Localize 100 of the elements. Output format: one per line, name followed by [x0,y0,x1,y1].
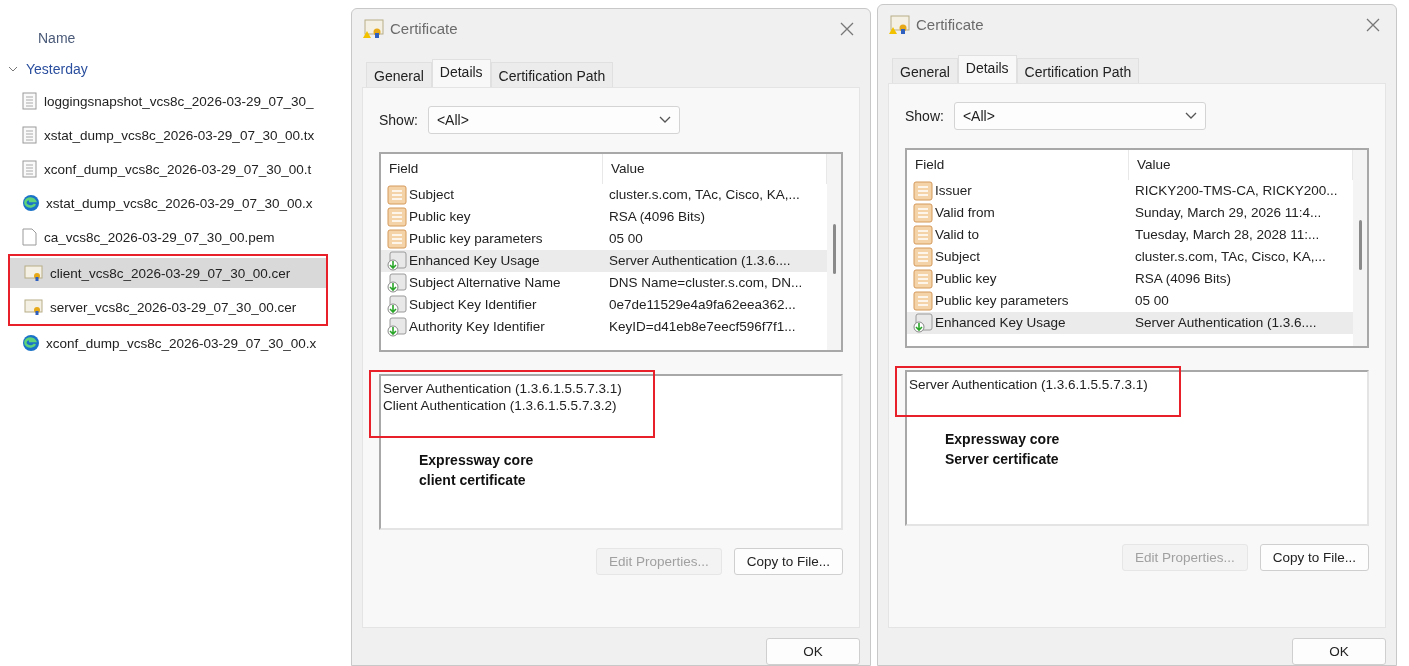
extension-icon [387,316,407,337]
tab[interactable]: General [892,57,958,83]
field-name: Subject Alternative Name [381,272,603,293]
file-item[interactable]: client_vcs8c_2026-03-29_07_30_00.cer [10,258,326,288]
certificate-icon [888,14,910,35]
details-line: Client Authentication (1.3.6.1.5.5.7.3.2) [383,396,618,414]
field-name: Subject [381,184,603,205]
field-row[interactable]: Public key RSA (4096 Bits) [907,267,1353,290]
window-title: Certificate [390,20,459,38]
ok-button[interactable]: OK [1292,638,1386,665]
column-header[interactable]: Field [907,149,1129,180]
field-name: Enhanced Key Usage [381,250,603,271]
field-name: Subject Key Identifier [381,294,603,315]
field-name: Public key [907,268,1129,289]
field-row[interactable]: Valid to Tuesday, March 28, 2028 11:... [907,223,1353,246]
field-name: Subject [907,246,1129,267]
column-header[interactable]: Field [381,153,603,184]
show-dropdown[interactable]: <All> [427,105,680,134]
show-dropdown[interactable]: <All> [953,101,1206,130]
field-row[interactable]: Subject Key Identifier 0e7de11529e4a9fa62eea362... [381,293,827,316]
details-line: Server Authentication (1.3.6.1.5.5.7.3.1) [909,375,1149,393]
field-name: Authority Key Identifier [381,316,603,337]
field-row[interactable]: Subject Alternative Name DNS Name=cluster.s.com, DN... [381,271,827,294]
property-icon [913,180,933,201]
field-row[interactable]: Issuer RICKY200-TMS-CA, RICKY200... [907,179,1353,202]
field-name: Public key parameters [907,290,1129,311]
show-label: Show: [379,111,418,128]
scrollbar-thumb[interactable] [1358,219,1362,270]
scrollbar[interactable] [1353,149,1367,346]
scrollbar[interactable] [827,153,841,350]
browser-file-icon [22,334,40,352]
ok-button[interactable]: OK [766,638,860,665]
close-icon [840,21,854,36]
field-value: RICKY200-TMS-CA, RICKY200... [1134,183,1338,199]
tab[interactable]: Details [431,58,491,87]
field-value: DNS Name=cluster.s.com, DN... [608,275,803,291]
field-value: RSA (4096 Bits) [608,209,706,225]
property-icon [913,246,933,267]
field-row[interactable]: Public key parameters 05 00 [907,289,1353,312]
group-header[interactable]: Yesterday [0,56,88,82]
window-title: Certificate [916,16,985,34]
text-file-icon [22,160,38,178]
certificate-icon [24,299,44,315]
tab[interactable]: General [366,61,432,87]
tab[interactable]: Details [957,54,1017,83]
field-name: Valid from [907,202,1129,223]
show-label: Show: [905,107,944,124]
file-item[interactable]: server_vcs8c_2026-03-29_07_30_00.cer [10,292,326,322]
field-value: KeyID=d41eb8e7eecf596f7f1... [608,319,796,335]
text-file-icon [22,126,38,144]
file-item[interactable]: xconf_dump_vcs8c_2026-03-29_07_30_00.t [0,154,345,184]
field-value: Sunday, March 29, 2026 11:4... [1134,205,1322,221]
text-file-icon [22,92,38,110]
tab[interactable]: Certification Path [490,61,614,87]
file-item[interactable]: xstat_dump_vcs8c_2026-03-29_07_30_00.x [0,188,345,218]
file-item[interactable]: ca_vcs8c_2026-03-29_07_30_00.pem [0,222,345,252]
field-value: Server Authentication (1.3.6.... [1134,315,1317,331]
tab[interactable]: Certification Path [1016,57,1140,83]
file-item[interactable]: xstat_dump_vcs8c_2026-03-29_07_30_00.tx [0,120,345,150]
field-value: cluster.s.com, TAc, Cisco, KA,... [1134,249,1326,265]
field-value: Tuesday, March 28, 2028 11:... [1134,227,1320,243]
extension-icon [387,272,407,293]
field-name: Public key [381,206,603,227]
field-name: Public key parameters [381,228,603,249]
chevron-icon [8,65,18,73]
property-icon [913,290,933,311]
field-name: Enhanced Key Usage [907,312,1129,333]
file-item[interactable]: xconf_dump_vcs8c_2026-03-29_07_30_00.x [0,328,345,358]
copy-to-file-button[interactable]: Copy to File... [733,547,843,575]
chevron-down-icon [658,115,671,124]
field-row[interactable]: Authority Key Identifier KeyID=d41eb8e7eecf596f7f1... [381,315,827,338]
field-row[interactable]: Public key parameters 05 00 [381,227,827,250]
annotation-text: Expressway core client certificate [419,450,535,490]
chevron-down-icon [1184,111,1197,120]
certificate-icon [24,265,44,281]
field-value: cluster.s.com, TAc, Cisco, KA,... [608,187,800,203]
blank-file-icon [22,228,38,246]
property-icon [387,184,407,205]
close-icon [1366,17,1380,32]
field-name: Valid to [907,224,1129,245]
field-row[interactable]: Enhanced Key Usage Server Authentication (1.3.6.... [907,311,1353,334]
copy-to-file-button[interactable]: Copy to File... [1259,543,1369,571]
annotation-text: Expressway core Server certificate [945,429,1061,469]
property-icon [387,228,407,249]
column-header[interactable]: Name [38,30,345,56]
field-row[interactable]: Valid from Sunday, March 29, 2026 11:4... [907,201,1353,224]
field-row[interactable]: Enhanced Key Usage Server Authentication (1.3.6.... [381,249,827,272]
field-row[interactable]: Subject cluster.s.com, TAc, Cisco, KA,... [381,183,827,206]
browser-file-icon [22,194,40,212]
field-value: Server Authentication (1.3.6.... [608,253,791,269]
extension-icon [913,312,933,333]
property-icon [913,202,933,223]
certificate-icon [362,18,384,39]
details-line: Server Authentication (1.3.6.1.5.5.7.3.1) [383,379,623,397]
extension-icon [387,294,407,315]
scrollbar-thumb[interactable] [832,223,836,274]
field-row[interactable]: Subject cluster.s.com, TAc, Cisco, KA,... [907,245,1353,268]
file-item[interactable]: loggingsnapshot_vcs8c_2026-03-29_07_30_ [0,86,345,116]
field-value: 0e7de11529e4a9fa62eea362... [608,297,796,313]
field-row[interactable]: Public key RSA (4096 Bits) [381,205,827,228]
